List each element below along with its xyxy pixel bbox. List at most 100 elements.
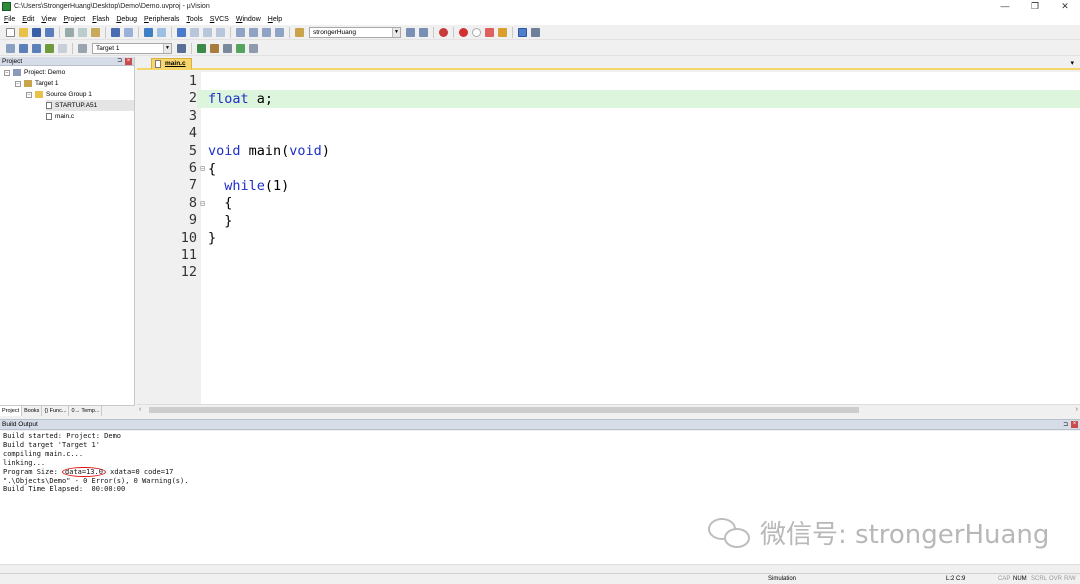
redo-icon[interactable] (124, 27, 133, 37)
code-line[interactable]: 3 (137, 108, 1080, 125)
code-line[interactable]: 9 } (137, 212, 1080, 229)
target-select[interactable]: Target 1 ▼ (92, 42, 172, 54)
tree-item-source-group[interactable]: − Source Group 1 (26, 89, 92, 100)
pin-icon[interactable]: ⊐ (1063, 420, 1068, 430)
wrench-icon[interactable] (531, 27, 540, 37)
code-line[interactable]: 8 ⊟ { (137, 195, 1080, 212)
save-icon[interactable] (32, 27, 41, 37)
pin-icon[interactable]: ⊐ (117, 57, 122, 66)
unindent-icon[interactable] (249, 27, 258, 37)
indent-icon[interactable] (236, 27, 245, 37)
chevron-down-icon[interactable]: ▼ (163, 43, 171, 53)
code-line[interactable]: 7 while(1) (137, 177, 1080, 194)
tree-item-startup[interactable]: STARTUP.A51 (46, 100, 134, 111)
scrollbar-thumb[interactable] (149, 407, 859, 413)
copy-icon[interactable] (78, 27, 87, 37)
translate-icon[interactable] (6, 43, 15, 53)
menu-project[interactable]: Project (63, 16, 85, 23)
rte-icon[interactable] (223, 43, 232, 53)
menu-svcs[interactable]: SVCS (210, 16, 229, 23)
code-line[interactable]: 12 (137, 264, 1080, 281)
project-panel-header: Project ⊐ × (0, 57, 134, 66)
rebuild-icon[interactable] (32, 43, 41, 53)
maximize-button[interactable]: ❐ (1020, 0, 1050, 13)
next-bookmark-icon[interactable] (203, 27, 212, 37)
tree-item-main-c[interactable]: main.c (46, 111, 74, 122)
chevron-down-icon[interactable]: ▾ (1070, 59, 1074, 67)
cut-icon[interactable] (65, 27, 74, 37)
menu-help[interactable]: Help (268, 16, 282, 23)
collapse-icon[interactable]: − (4, 69, 10, 76)
chevron-down-icon[interactable]: ▼ (392, 27, 400, 37)
code-line[interactable]: 1 (137, 73, 1080, 90)
collapse-icon[interactable]: − (26, 91, 32, 98)
collapse-icon[interactable]: − (15, 80, 21, 87)
close-window-button[interactable]: ✕ (1050, 0, 1080, 13)
disable-breakpoint-icon[interactable] (472, 27, 481, 37)
download-icon[interactable] (78, 43, 87, 53)
menu-tools[interactable]: Tools (186, 16, 202, 23)
code-line[interactable]: 10} (137, 230, 1080, 247)
code-line[interactable]: 2 float a; (137, 90, 1080, 108)
pack-installer-icon[interactable] (236, 43, 245, 53)
scroll-right-icon[interactable]: › (1076, 405, 1078, 415)
scroll-left-icon[interactable]: ‹ (139, 405, 141, 415)
manage-components-icon[interactable] (249, 43, 258, 53)
folder-icon (35, 91, 43, 98)
tab-books[interactable]: Books (22, 406, 43, 416)
fold-icon[interactable]: ⊟ (197, 164, 208, 173)
nav-forward-icon[interactable] (157, 27, 166, 37)
menu-window[interactable]: Window (236, 16, 261, 23)
build-output-scrollbar[interactable] (0, 564, 1080, 573)
clear-bookmarks-icon[interactable] (216, 27, 225, 37)
code-line[interactable]: 4 (137, 125, 1080, 142)
select-packs-icon[interactable] (210, 43, 219, 53)
project-panel: Project ⊐ × − Project: Demo − Target 1 −… (0, 57, 135, 416)
breakpoint-icon[interactable] (459, 27, 468, 37)
tab-project[interactable]: Project (0, 406, 23, 416)
tree-item-target[interactable]: − Target 1 (15, 78, 59, 89)
comment-icon[interactable] (262, 27, 271, 37)
stop-build-icon[interactable] (58, 43, 67, 53)
menu-file[interactable]: File (4, 16, 15, 23)
code-editor[interactable]: 1 2 float a; 3 4 5 void main(void) 6 ⊟{7 while(1… (137, 72, 1080, 404)
save-all-icon[interactable] (45, 27, 54, 37)
target-options-icon[interactable] (177, 43, 186, 53)
new-file-icon[interactable] (6, 27, 15, 37)
editor-horizontal-scrollbar[interactable]: ‹ › (137, 404, 1080, 414)
tab-functions[interactable]: {} Func... (42, 406, 70, 416)
find-in-files-icon[interactable] (295, 27, 304, 37)
tree-item-project[interactable]: − Project: Demo (4, 67, 65, 78)
uncomment-icon[interactable] (275, 27, 284, 37)
undo-icon[interactable] (111, 27, 120, 37)
minimize-button[interactable]: — (990, 0, 1020, 13)
close-icon[interactable]: × (1071, 421, 1078, 428)
menu-edit[interactable]: Edit (22, 16, 34, 23)
bookmark-icon[interactable] (177, 27, 186, 37)
paste-icon[interactable] (91, 27, 100, 37)
debug-session-icon[interactable] (439, 27, 448, 37)
tab-main-c[interactable]: main.c (151, 58, 192, 69)
prev-bookmark-icon[interactable] (190, 27, 199, 37)
find-combo[interactable]: strongerHuang ▼ (309, 26, 401, 38)
batch-build-icon[interactable] (45, 43, 54, 53)
menu-view[interactable]: View (41, 16, 56, 23)
build-icon[interactable] (19, 43, 28, 53)
menu-peripherals[interactable]: Peripherals (144, 16, 179, 23)
find-icon[interactable] (406, 27, 415, 37)
config-icon[interactable] (498, 27, 507, 37)
close-icon[interactable]: × (125, 58, 132, 65)
code-line[interactable]: 5 void main(void) (137, 143, 1080, 160)
code-line[interactable]: 11 (137, 247, 1080, 264)
open-folder-icon[interactable] (19, 27, 28, 37)
incremental-find-icon[interactable] (419, 27, 428, 37)
window-layout-icon[interactable] (518, 27, 527, 37)
menu-flash[interactable]: Flash (92, 16, 109, 23)
nav-back-icon[interactable] (144, 27, 153, 37)
kill-breakpoints-icon[interactable] (485, 27, 494, 37)
fold-icon[interactable]: ⊟ (197, 199, 208, 208)
tab-templates[interactable]: 0→ Temp... (69, 406, 103, 416)
manage-project-icon[interactable] (197, 43, 206, 53)
menu-debug[interactable]: Debug (116, 16, 137, 23)
code-line[interactable]: 6 ⊟{ (137, 160, 1080, 177)
